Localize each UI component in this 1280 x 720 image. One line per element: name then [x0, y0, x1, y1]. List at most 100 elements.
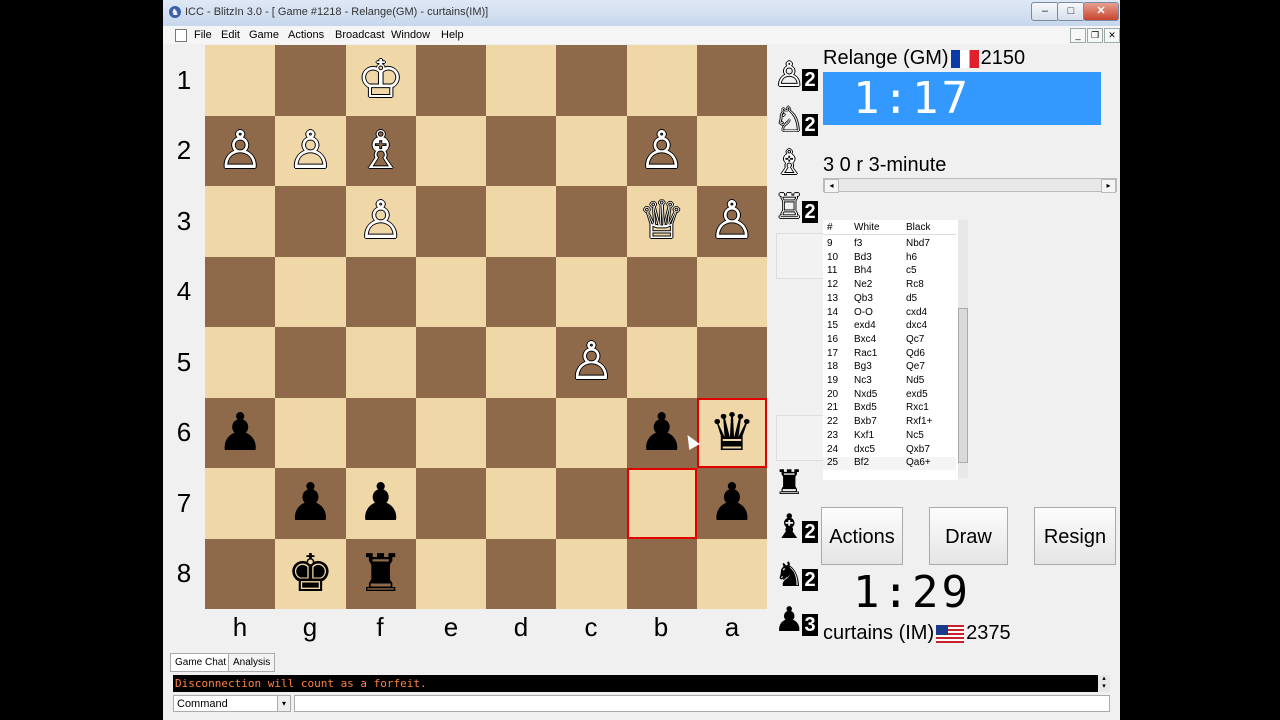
board-square[interactable] [696, 256, 767, 327]
board-square[interactable]: ♟ [696, 468, 767, 539]
chat-scroll-icon[interactable]: ▴ ▾ [1098, 675, 1110, 692]
move-row[interactable]: 14 O-O cxd4 [823, 307, 956, 320]
board-square[interactable] [415, 186, 486, 257]
board-square[interactable]: ♟ [275, 468, 346, 539]
board-square[interactable] [415, 115, 486, 186]
board-square[interactable] [486, 256, 557, 327]
board-square[interactable]: ♔ [345, 45, 416, 116]
chess-piece-icon[interactable]: ♔ [357, 54, 404, 106]
board-square[interactable] [205, 538, 276, 609]
chess-piece-icon[interactable]: ♙ [287, 125, 334, 177]
board-square[interactable] [556, 45, 627, 116]
move-row[interactable]: 19 Nc3 Nd5 [823, 375, 956, 388]
board-square[interactable] [415, 397, 486, 468]
document-icon[interactable] [175, 29, 187, 42]
board-square[interactable] [626, 45, 697, 116]
tab-analysis[interactable]: Analysis [228, 653, 276, 672]
board-square[interactable]: ♛ [696, 397, 767, 468]
move-row[interactable]: 15 exd4 dxc4 [823, 320, 956, 333]
menu-game[interactable]: Game [249, 29, 279, 41]
board-square[interactable] [556, 186, 627, 257]
resign-button[interactable]: Resign [1034, 507, 1116, 565]
board-square[interactable] [556, 468, 627, 539]
board-square[interactable] [275, 397, 346, 468]
command-select[interactable]: Command ▾ [173, 695, 291, 712]
board-square[interactable] [205, 45, 276, 116]
board-square[interactable]: ♙ [696, 186, 767, 257]
move-row[interactable]: 13 Qb3 d5 [823, 293, 956, 306]
chevron-down-icon[interactable]: ▾ [277, 696, 290, 711]
board-square[interactable] [696, 538, 767, 609]
horizontal-scrollbar[interactable]: ◂ ▸ [823, 178, 1117, 193]
board-square[interactable]: ♟ [626, 397, 697, 468]
board-square[interactable] [275, 327, 346, 398]
draw-button[interactable]: Draw [929, 507, 1008, 565]
move-row[interactable]: 22 Bxb7 Rxf1+ [823, 416, 956, 429]
move-row[interactable]: 12 Ne2 Rc8 [823, 279, 956, 292]
menu-file[interactable]: File [194, 29, 212, 41]
mdi-minimize-button[interactable]: _ [1070, 28, 1086, 43]
chess-piece-icon[interactable]: ♛ [709, 407, 756, 459]
chess-piece-icon[interactable]: ♟ [638, 407, 685, 459]
board-square[interactable] [486, 468, 557, 539]
move-row[interactable]: 23 Kxf1 Nc5 [823, 430, 956, 443]
chess-piece-icon[interactable]: ♗ [357, 125, 404, 177]
chess-piece-icon[interactable]: ♙ [638, 125, 685, 177]
move-row[interactable]: 11 Bh4 c5 [823, 265, 956, 278]
board-square[interactable] [626, 468, 697, 539]
board-square[interactable] [415, 256, 486, 327]
board-square[interactable]: ♜ [345, 538, 416, 609]
tab-game-chat[interactable]: Game Chat [170, 653, 232, 672]
move-list-scrollbar[interactable] [958, 220, 968, 478]
mdi-restore-button[interactable]: ❐ [1087, 28, 1103, 43]
maximize-button[interactable]: □ [1057, 2, 1085, 21]
board-square[interactable] [696, 115, 767, 186]
board-square[interactable]: ♙ [556, 327, 627, 398]
board-square[interactable] [415, 45, 486, 116]
move-row[interactable]: 18 Bg3 Qe7 [823, 361, 956, 374]
move-row[interactable]: 25 Bf2 Qa6+ [823, 457, 956, 471]
chess-board[interactable]: ♔ ♙ ♙ ♗ ♙ ♙ ♕ ♙ ♙ ♟ ♟ ♛ ♟ ♟ ♟ ♚ ♜ [205, 45, 767, 609]
board-square[interactable] [486, 186, 557, 257]
board-square[interactable] [205, 468, 276, 539]
chess-piece-icon[interactable]: ♙ [357, 195, 404, 247]
chess-piece-icon[interactable]: ♙ [217, 125, 264, 177]
board-square[interactable] [696, 327, 767, 398]
board-square[interactable] [275, 186, 346, 257]
board-square[interactable]: ♗ [345, 115, 416, 186]
board-square[interactable] [345, 256, 416, 327]
mdi-close-button[interactable]: ✕ [1104, 28, 1120, 43]
board-square[interactable]: ♟ [205, 397, 276, 468]
board-square[interactable] [626, 327, 697, 398]
board-square[interactable] [205, 186, 276, 257]
board-square[interactable]: ♙ [205, 115, 276, 186]
board-square[interactable] [415, 327, 486, 398]
board-square[interactable] [486, 327, 557, 398]
move-row[interactable]: 24 dxc5 Qxb7 [823, 444, 956, 457]
board-square[interactable] [556, 256, 627, 327]
chess-piece-icon[interactable]: ♟ [217, 407, 264, 459]
move-row[interactable]: 10 Bd3 h6 [823, 252, 956, 265]
board-square[interactable]: ♙ [626, 115, 697, 186]
chess-piece-icon[interactable]: ♟ [287, 477, 334, 529]
board-square[interactable]: ♙ [275, 115, 346, 186]
chess-piece-icon[interactable]: ♙ [709, 195, 756, 247]
command-input[interactable] [294, 695, 1110, 712]
menu-window[interactable]: Window [391, 29, 430, 41]
board-square[interactable] [556, 538, 627, 609]
menu-help[interactable]: Help [441, 29, 464, 41]
board-square[interactable] [626, 256, 697, 327]
board-square[interactable] [486, 45, 557, 116]
menu-edit[interactable]: Edit [221, 29, 240, 41]
menu-broadcast[interactable]: Broadcast [335, 29, 385, 41]
chess-piece-icon[interactable]: ♙ [568, 336, 615, 388]
close-button[interactable]: ✕ [1083, 2, 1119, 21]
scroll-right-icon[interactable]: ▸ [1101, 179, 1116, 193]
board-square[interactable]: ♙ [345, 186, 416, 257]
chess-piece-icon[interactable]: ♕ [638, 195, 685, 247]
board-square[interactable]: ♕ [626, 186, 697, 257]
board-square[interactable] [486, 397, 557, 468]
board-square[interactable] [345, 327, 416, 398]
scroll-left-icon[interactable]: ◂ [824, 179, 839, 193]
board-square[interactable] [275, 256, 346, 327]
